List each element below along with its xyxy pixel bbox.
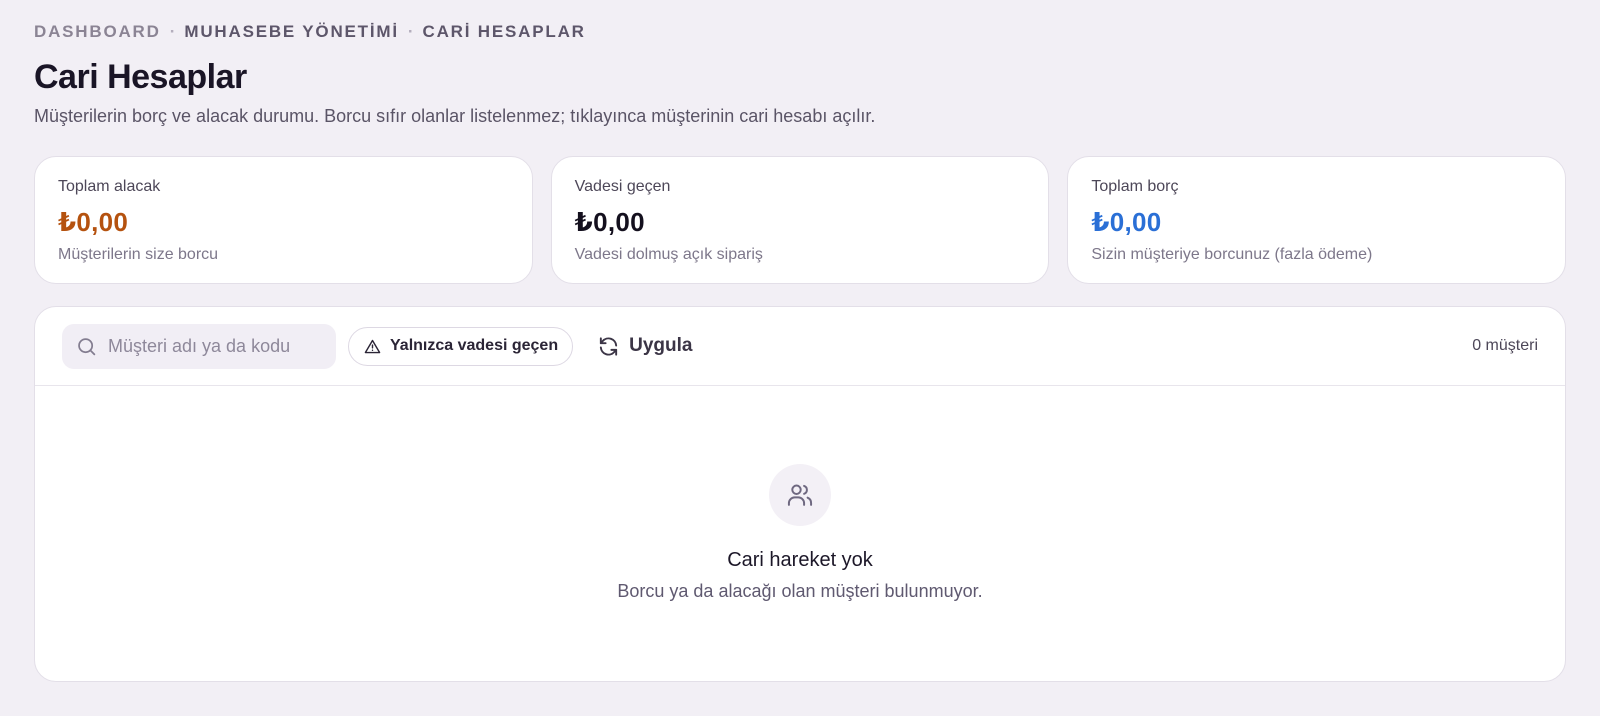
card-note: Vadesi dolmuş açık sipariş	[574, 246, 763, 263]
accounts-panel: Yalnızca vadesi geçen Uygula 0 müşteri	[34, 306, 1566, 682]
page-subtitle: Müşterilerin borç ve alacak durumu. Borc…	[34, 106, 876, 126]
card-total-payable: Toplam borç ₺0,00 Sizin müşteriye borcun…	[1067, 156, 1567, 284]
card-label: Toplam alacak	[58, 178, 161, 195]
card-note: Müşterilerin size borcu	[58, 246, 219, 263]
apply-button[interactable]: Uygula	[597, 335, 692, 358]
card-value: ₺0,00	[58, 207, 129, 237]
card-value: ₺0,00	[1091, 207, 1162, 237]
filter-toolbar: Yalnızca vadesi geçen Uygula 0 müşteri	[35, 307, 1565, 386]
page-title: Cari Hesaplar	[34, 58, 247, 96]
empty-state-title: Cari hareket yok	[727, 549, 873, 571]
card-total-receivable: Toplam alacak ₺0,00 Müşterilerin size bo…	[34, 156, 533, 284]
empty-state-text: Borcu ya da alacağı olan müşteri bulunmu…	[617, 581, 983, 601]
card-label: Toplam borç	[1091, 178, 1179, 195]
overdue-only-label: Yalnızca vadesi geçen	[390, 337, 559, 354]
apply-label: Uygula	[629, 335, 693, 356]
breadcrumb-item-muhasebe[interactable]: MUHASEBE YÖNETİMİ	[184, 22, 398, 42]
search-input[interactable]	[108, 335, 308, 357]
breadcrumb: DASHBOARD · MUHASEBE YÖNETİMİ · CARİ HES…	[34, 20, 1566, 44]
overdue-only-toggle[interactable]: Yalnızca vadesi geçen	[348, 326, 574, 366]
page: DASHBOARD · MUHASEBE YÖNETİMİ · CARİ HES…	[34, 20, 1567, 682]
card-label: Vadesi geçen	[574, 178, 671, 195]
card-value: ₺0,00	[574, 207, 645, 237]
warning-triangle-icon	[364, 339, 381, 353]
search-icon	[78, 337, 96, 355]
breadcrumb-item-current: CARİ HESAPLAR	[422, 22, 586, 41]
search-box[interactable]	[62, 323, 336, 369]
empty-state: Cari hareket yok Borcu ya da alacağı ola…	[35, 386, 1565, 602]
refresh-icon	[599, 336, 618, 356]
summary-cards: Toplam alacak ₺0,00 Müşterilerin size bo…	[34, 156, 1567, 284]
card-overdue: Vadesi geçen ₺0,00 Vadesi dolmuş açık si…	[550, 156, 1050, 284]
users-icon	[787, 484, 813, 506]
card-note: Sizin müşteriye borcunuz (fazla ödeme)	[1091, 246, 1373, 263]
breadcrumb-separator: ·	[169, 22, 176, 41]
empty-state-icon-wrap	[769, 464, 831, 526]
customer-count: 0 müşteri	[1472, 337, 1538, 354]
breadcrumb-separator: ·	[407, 22, 414, 41]
breadcrumb-item-dashboard[interactable]: DASHBOARD	[34, 22, 161, 42]
